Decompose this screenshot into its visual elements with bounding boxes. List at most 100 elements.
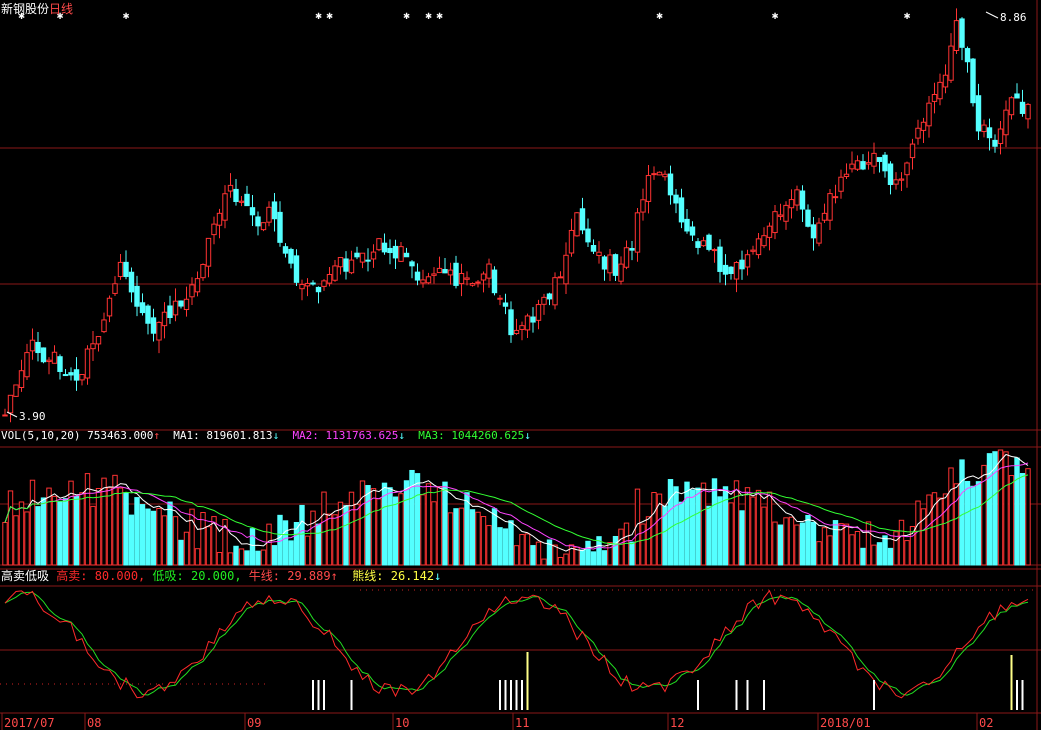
candle-body <box>387 247 393 254</box>
candle-body <box>882 154 888 172</box>
volume-bar <box>645 516 652 566</box>
candle-body <box>354 252 360 258</box>
candle-body <box>35 341 41 354</box>
volume-bar <box>1014 457 1020 566</box>
volume-bar <box>733 480 740 566</box>
volume-bars <box>2 449 1031 566</box>
volume-bar <box>986 453 993 566</box>
candle-body <box>656 171 663 176</box>
volume-bar <box>343 505 349 566</box>
candle-body <box>167 305 173 319</box>
vol-ma2-arrow: ↓ <box>398 429 406 442</box>
volume-bar <box>392 496 399 566</box>
volume-bar <box>128 514 135 566</box>
candle-body <box>750 249 756 252</box>
candle-body <box>13 384 19 397</box>
candle-body <box>216 212 223 226</box>
candle-body <box>953 20 960 51</box>
candle-body <box>370 251 377 260</box>
volume-bar <box>816 541 822 566</box>
candle-body <box>931 93 938 102</box>
candle-body <box>596 251 602 256</box>
candle-body <box>57 356 63 372</box>
candle-body <box>150 317 157 334</box>
candle-body <box>640 199 646 213</box>
volume-bar <box>310 510 316 566</box>
candle-body <box>343 258 349 272</box>
candle-body <box>777 214 784 217</box>
volume-bar <box>926 494 932 566</box>
indicator-header: 高卖低吸 高卖: 80.000, 低吸: 20.000, 牛线: 29.889↑… <box>1 569 442 583</box>
volume-bar <box>18 501 25 566</box>
candle-body <box>403 252 410 258</box>
candle-body <box>755 238 762 256</box>
volume-bar <box>1003 451 1009 566</box>
volume-bar <box>772 521 778 566</box>
volume-bar <box>348 491 355 566</box>
candle-body <box>678 197 685 223</box>
candle-body <box>887 163 894 186</box>
candle-body <box>310 282 316 285</box>
candle-body <box>964 48 971 63</box>
volume-bar <box>519 534 525 566</box>
volume-bar <box>717 496 723 566</box>
volume-bar <box>447 512 454 566</box>
volume-bar <box>260 549 267 566</box>
candle-body <box>959 18 965 48</box>
volume-bar <box>282 520 289 566</box>
volume-bar <box>139 504 146 566</box>
volume-bar <box>266 523 272 566</box>
candle-body <box>315 286 322 293</box>
volume-bar <box>849 534 855 566</box>
volume-bar <box>541 558 547 566</box>
volume-bar <box>667 479 674 566</box>
candle-body <box>563 254 569 285</box>
volume-bar <box>552 544 558 566</box>
candle-body <box>101 319 107 333</box>
candle-body <box>211 223 217 236</box>
candle-body <box>733 261 740 280</box>
candle-body <box>436 267 443 274</box>
month-label: 10 <box>395 716 409 730</box>
candle-body <box>838 176 844 192</box>
volume-bar <box>35 506 41 566</box>
volume-bar <box>244 550 250 566</box>
candle-body <box>579 208 586 231</box>
month-label: 11 <box>515 716 529 730</box>
candle-body <box>304 282 311 287</box>
candle-body <box>832 196 839 199</box>
candle-body <box>552 277 558 306</box>
ind-name: 高卖低吸 <box>1 569 50 583</box>
candle-body <box>766 225 773 238</box>
candle-body <box>332 265 338 281</box>
candle-body <box>233 188 239 203</box>
volume-bar <box>722 486 729 566</box>
volume-bar <box>403 480 410 566</box>
volume-bar <box>535 541 542 566</box>
candle-body <box>601 256 608 270</box>
candle-body <box>513 329 520 335</box>
volume-bar <box>486 525 492 566</box>
volume-bar <box>57 501 63 566</box>
volume-bar <box>513 545 520 566</box>
volume-bar <box>491 508 498 566</box>
bear-line <box>4 591 1029 696</box>
volume-bar <box>475 511 481 566</box>
candle-body <box>915 127 921 139</box>
candle-body <box>667 173 674 196</box>
volume-bar <box>744 487 751 566</box>
candle-body <box>409 261 415 267</box>
candle-body <box>222 193 228 221</box>
period-label: 日线 <box>49 2 74 16</box>
volume-bar <box>51 495 58 566</box>
candle-body <box>381 242 388 253</box>
candle-body <box>458 273 465 285</box>
volume-bar <box>233 545 239 566</box>
volume-bar <box>761 506 767 566</box>
candle-body <box>805 209 811 227</box>
month-label: 2017/07 <box>4 716 55 730</box>
volume-bar <box>321 491 327 566</box>
volume-bar <box>1025 468 1031 566</box>
candle-body <box>161 311 168 327</box>
volume-bar <box>469 509 476 566</box>
